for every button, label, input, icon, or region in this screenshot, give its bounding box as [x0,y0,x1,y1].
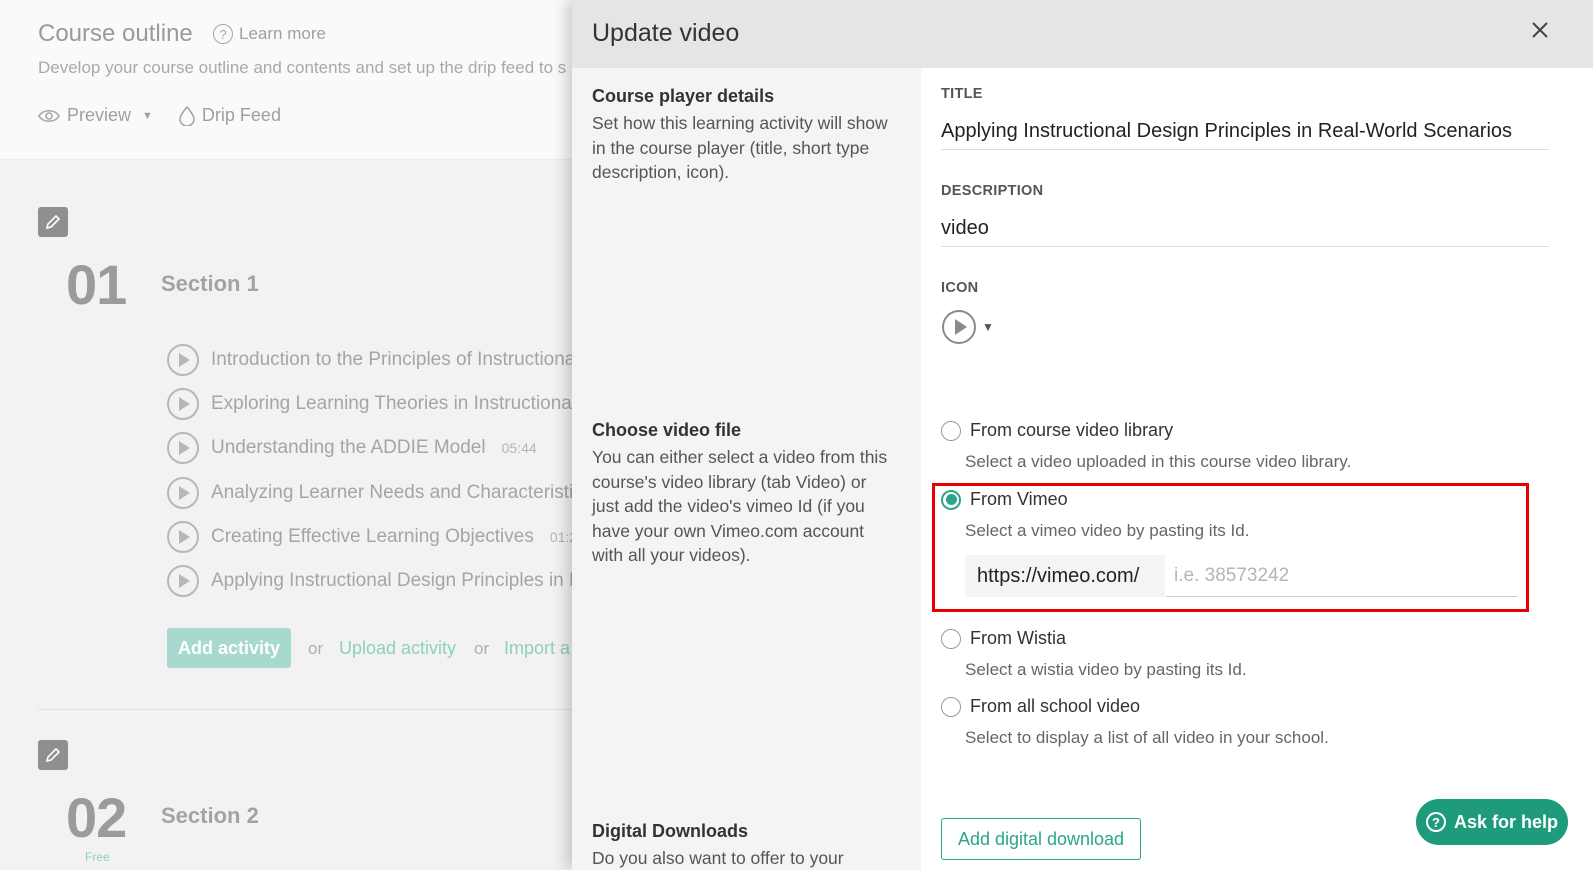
play-circle-icon [167,344,199,376]
option-course-library[interactable]: From course video library [941,420,1173,441]
add-activity-button[interactable]: Add activity [167,628,291,668]
activity-title: Understanding the ADDIE Model [211,437,486,458]
drop-icon [179,105,195,126]
play-circle-icon [167,521,199,553]
edit-section-1-button[interactable] [38,207,68,237]
section-1-name: Section 1 [161,271,259,296]
option-label: From course video library [970,420,1174,440]
learn-more-label: Learn more [239,24,326,43]
preview-label: Preview [67,105,132,125]
chevron-down-icon: ▼ [142,109,153,122]
play-circle-icon [167,477,199,509]
vimeo-url-prefix: https://vimeo.com/ [965,555,1165,597]
activity-row[interactable]: Analyzing Learner Needs and Characterist… [167,477,608,509]
pencil-icon [45,747,61,763]
activity-row[interactable]: Applying Instructional Design Principles… [167,565,609,597]
activity-title: Applying Instructional Design Principles… [211,570,594,591]
play-circle-icon [167,565,199,597]
page-title: Course outline [38,20,193,47]
section-1-number: 01 [66,253,127,316]
option-label: From Vimeo [970,489,1068,509]
play-circle-icon [167,388,199,420]
edit-section-2-button[interactable] [38,740,68,770]
activity-row[interactable]: Exploring Learning Theories in Instructi… [167,388,603,420]
video-file-description: You can either select a video from this … [592,447,888,565]
or-separator: or [474,639,490,658]
activity-title: Introduction to the Principles of Instru… [211,349,576,370]
icon-label: ICON [941,280,979,296]
player-details-description: Set how this learning activity will show… [592,113,888,182]
vimeo-id-input[interactable] [1166,555,1517,597]
update-video-modal: Update video Course player details Set h… [572,0,1593,870]
activity-title: Creating Effective Learning Objectives [211,526,534,547]
or-separator: or [308,639,324,658]
add-digital-download-button[interactable]: Add digital download [941,818,1141,860]
option-description: Select to display a list of all video in… [965,728,1329,747]
activity-row[interactable]: Understanding the ADDIE Model 05:44 [167,432,537,464]
modal-title: Update video [592,19,740,47]
option-description: Select a video uploaded in this course v… [965,452,1352,471]
player-details-heading: Course player details [592,86,775,106]
question-icon: ? [1425,812,1446,832]
outline-toolbar: Preview ▼ Drip Feed [38,105,307,126]
close-icon[interactable] [1530,20,1550,40]
title-label: TITLE [941,86,983,102]
drip-feed-label: Drip Feed [201,105,281,125]
digital-downloads-description: Do you also want to offer to your [592,848,844,868]
option-description: Select a wistia video by pasting its Id. [965,660,1247,679]
page-subtitle: Develop your course outline and contents… [38,58,567,77]
title-input[interactable]: Applying Instructional Design Principles… [941,120,1549,150]
radio-school-video[interactable] [941,696,961,717]
section-2-name: Section 2 [161,803,259,828]
ask-for-help-label: Ask for help [1453,811,1559,832]
modal-header: Update video [572,0,1593,68]
eye-icon [38,109,60,122]
question-icon: ? [213,24,233,44]
radio-vimeo[interactable] [941,489,961,510]
section-2-number: 02 [66,786,127,849]
radio-course-library[interactable] [941,420,961,441]
preview-button[interactable]: Preview ▼ [38,105,153,126]
section-divider [38,709,598,710]
pencil-icon [45,214,61,230]
radio-wistia[interactable] [941,628,961,649]
option-description: Select a vimeo video by pasting its Id. [965,521,1250,540]
upload-activity-link[interactable]: Upload activity [339,638,456,659]
learn-more-link[interactable]: ? Learn more [213,24,326,44]
import-activity-link[interactable]: Import a [504,638,570,659]
ask-for-help-button[interactable]: ? Ask for help [1416,799,1568,845]
play-circle-icon [942,310,976,344]
option-wistia[interactable]: From Wistia [941,628,1066,649]
option-label: From Wistia [970,628,1066,648]
activity-row[interactable]: Introduction to the Principles of Instru… [167,344,591,376]
option-school-video[interactable]: From all school video [941,696,1140,717]
activity-title: Exploring Learning Theories in Instructi… [211,393,587,414]
activity-title: Analyzing Learner Needs and Characterist… [211,482,593,503]
icon-dropdown[interactable]: ▼ [942,310,994,344]
play-circle-icon [167,432,199,464]
free-badge: Free [85,850,110,864]
drip-feed-button[interactable]: Drip Feed [179,105,281,126]
option-label: From all school video [970,696,1141,716]
activity-row[interactable]: Creating Effective Learning Objectives 0… [167,521,585,553]
description-label: DESCRIPTION [941,183,1044,199]
description-input[interactable]: video [941,217,1549,247]
option-vimeo[interactable]: From Vimeo [941,489,1068,510]
activity-duration: 05:44 [501,440,537,456]
digital-downloads-heading: Digital Downloads [592,821,749,841]
video-file-heading: Choose video file [592,420,742,440]
chevron-down-icon: ▼ [982,320,994,334]
